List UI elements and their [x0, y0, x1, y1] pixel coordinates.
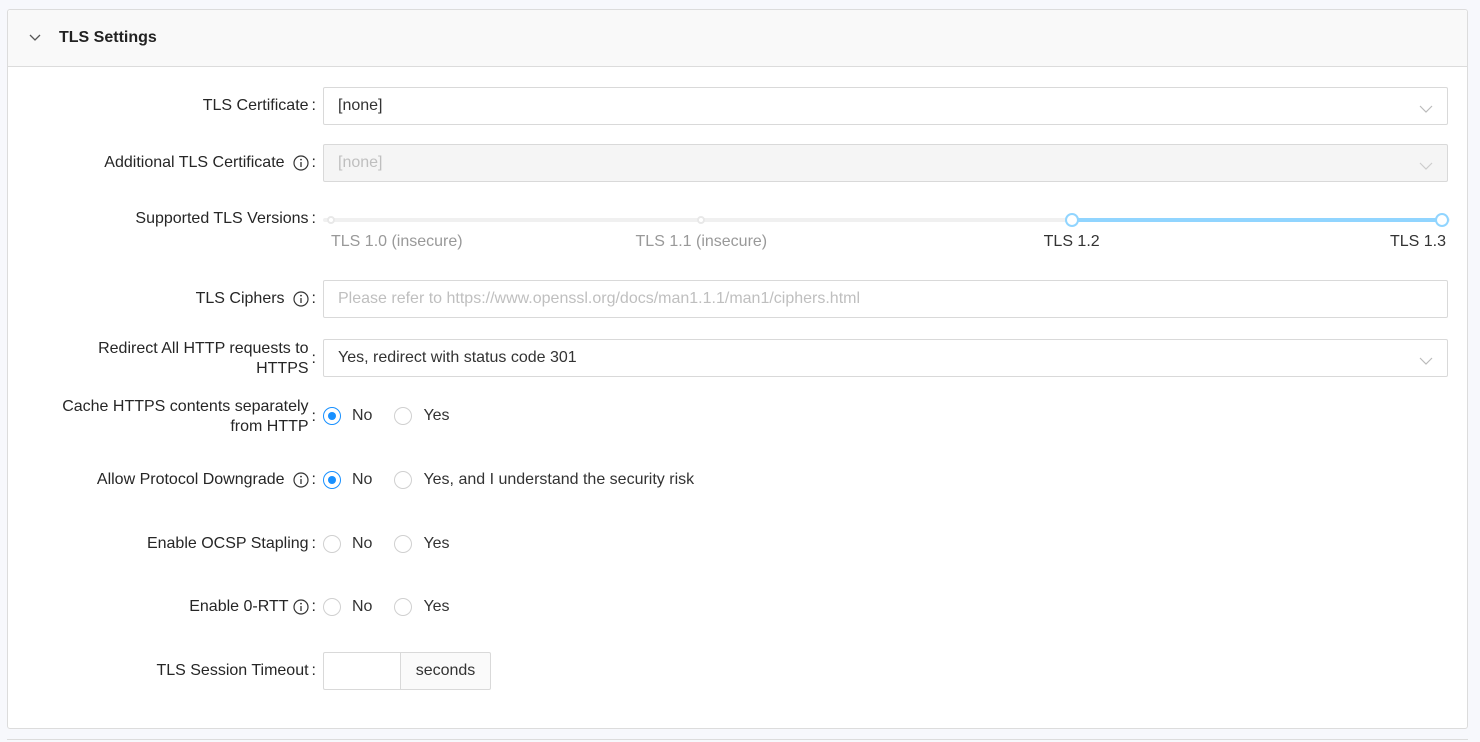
- additional-tls-certificate-select[interactable]: [none]: [323, 144, 1448, 182]
- radio-circle[interactable]: [323, 471, 341, 489]
- slider-track: [1071, 218, 1442, 222]
- allow-downgrade-no-radio[interactable]: No: [323, 471, 372, 489]
- redirect-http-value: Yes, redirect with status code 301: [338, 349, 577, 366]
- slider-dot[interactable]: [327, 216, 335, 224]
- info-icon[interactable]: [292, 599, 309, 615]
- slider-handle[interactable]: [1064, 213, 1079, 227]
- ocsp-stapling-no-radio[interactable]: No: [323, 535, 372, 553]
- cache-https-radio-group: No Yes: [323, 405, 472, 427]
- ocsp-stapling-radio-group: No Yes: [323, 533, 472, 555]
- chevron-down-icon: [1419, 353, 1433, 365]
- session-timeout-group: seconds: [323, 652, 491, 690]
- next-panel-border: [7, 739, 1468, 740]
- allow-downgrade-radio-group: No Yes, and I understand the security ri…: [323, 469, 716, 491]
- seconds-addon: seconds: [400, 652, 491, 690]
- redirect-http-select[interactable]: Yes, redirect with status code 301: [323, 339, 1448, 377]
- tls-settings-panel: TLS Settings TLS Certificate: [none] Add…: [7, 9, 1468, 729]
- zero-rtt-radio-group: No Yes: [323, 596, 472, 618]
- chevron-down-icon[interactable]: [28, 31, 42, 45]
- radio-circle[interactable]: [394, 471, 413, 489]
- tls-versions-slider[interactable]: TLS 1.0 (insecure) TLS 1.1 (insecure) TLS …: [323, 209, 1450, 259]
- tls-certificate-label: TLS Certificate:: [202, 97, 316, 114]
- tls-certificate-select[interactable]: [none]: [323, 87, 1448, 125]
- info-icon[interactable]: [292, 472, 309, 488]
- allow-downgrade-label: Allow Protocol Downgrade :: [96, 471, 316, 488]
- tls-settings-header[interactable]: TLS Settings: [8, 10, 1467, 67]
- section-title: TLS Settings: [59, 29, 157, 46]
- zero-rtt-no-radio[interactable]: No: [323, 598, 372, 616]
- slider-dot[interactable]: [697, 216, 706, 224]
- slider-handle[interactable]: [1435, 213, 1449, 227]
- session-timeout-input[interactable]: [323, 652, 400, 690]
- info-icon[interactable]: [292, 155, 309, 171]
- additional-tls-certificate-value: [none]: [338, 154, 383, 171]
- radio-circle[interactable]: [394, 598, 413, 616]
- info-icon[interactable]: [292, 291, 309, 307]
- zero-rtt-yes-radio[interactable]: Yes: [394, 598, 450, 616]
- cache-https-no-radio[interactable]: No: [323, 407, 372, 425]
- tls-ciphers-input[interactable]: [323, 280, 1448, 318]
- radio-circle[interactable]: [323, 535, 341, 553]
- tls-certificate-value: [none]: [338, 97, 383, 114]
- zero-rtt-label: Enable 0-RTT :: [189, 598, 316, 615]
- slider-mark-label[interactable]: TLS 1.2: [1044, 233, 1100, 251]
- radio-circle[interactable]: [394, 535, 413, 553]
- slider-mark-label[interactable]: TLS 1.1 (insecure): [636, 233, 768, 251]
- radio-circle[interactable]: [323, 598, 341, 616]
- cache-https-yes-radio[interactable]: Yes: [394, 407, 450, 425]
- session-timeout-label: TLS Session Timeout:: [156, 662, 316, 679]
- tls-ciphers-label: TLS Ciphers :: [195, 290, 316, 307]
- allow-downgrade-yes-radio[interactable]: Yes, and I understand the security risk: [394, 471, 694, 489]
- slider-mark-label[interactable]: TLS 1.3: [1390, 233, 1446, 251]
- supported-tls-versions-label: Supported TLS Versions:: [135, 210, 316, 227]
- slider-mark-label[interactable]: TLS 1.0 (insecure): [331, 233, 463, 251]
- chevron-down-icon: [1419, 101, 1433, 113]
- radio-circle[interactable]: [394, 407, 413, 425]
- cache-https-label: Cache HTTPS contents separately from HTT…: [62, 398, 316, 435]
- redirect-http-label: Redirect All HTTP requests to HTTPS :: [98, 340, 316, 377]
- radio-circle[interactable]: [323, 407, 341, 425]
- additional-tls-certificate-label: Additional TLS Certificate :: [104, 154, 316, 171]
- chevron-down-icon: [1419, 158, 1433, 170]
- ocsp-stapling-yes-radio[interactable]: Yes: [394, 535, 450, 553]
- ocsp-stapling-label: Enable OCSP Stapling:: [146, 535, 316, 552]
